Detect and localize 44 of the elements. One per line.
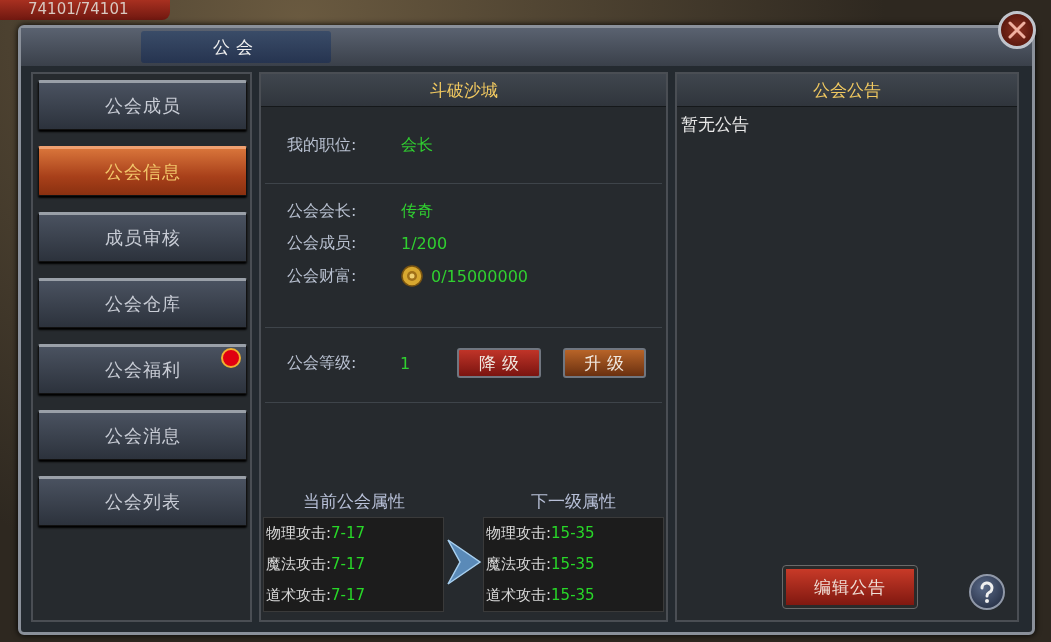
info-label: 公会财富:: [287, 265, 358, 287]
close-icon: [1007, 20, 1027, 40]
attribute-value: 7-17: [331, 524, 366, 542]
sidebar-tab[interactable]: 公会信息: [38, 146, 247, 196]
coin-icon: [401, 265, 423, 287]
downgrade-button[interactable]: 降级: [457, 348, 541, 378]
guild-name: 斗破沙城: [261, 74, 666, 107]
sidebar-tab[interactable]: 公会成员: [38, 80, 247, 130]
info-value: 会长: [401, 135, 433, 156]
attributes-title: 下一级属性: [531, 490, 616, 513]
attribute-label: 道术攻击:: [486, 586, 552, 604]
attribute-label: 魔法攻击:: [266, 555, 332, 573]
attribute-label: 魔法攻击:: [486, 555, 552, 573]
attributes-title: 当前公会属性: [302, 490, 405, 513]
sidebar-tab[interactable]: 公会福利: [38, 344, 247, 394]
info-value: 1/200: [401, 234, 448, 253]
attribute-label: 物理攻击:: [266, 524, 332, 542]
sidebar-tab[interactable]: 成员审核: [38, 212, 247, 262]
help-button[interactable]: [969, 574, 1005, 610]
info-label: 公会成员:: [287, 233, 358, 254]
attribute-value: 15-35: [551, 555, 595, 573]
attribute-value: 7-17: [331, 586, 366, 604]
info-label: 我的职位:: [287, 135, 358, 156]
attribute-label: 物理攻击:: [486, 524, 552, 542]
attribute-label: 道术攻击:: [266, 586, 332, 604]
info-value: 传奇: [401, 201, 433, 222]
info-label: 公会等级:: [287, 352, 358, 374]
sidebar-tab[interactable]: 公会仓库: [38, 278, 247, 328]
close-button[interactable]: [998, 11, 1036, 49]
notice-title: 公会公告: [677, 74, 1017, 107]
sidebar-tab[interactable]: 公会列表: [38, 476, 247, 526]
health-bar: 74101/74101: [0, 0, 170, 20]
window-title: 公会: [141, 31, 331, 63]
sidebar-tab[interactable]: 公会消息: [38, 410, 247, 460]
guild-level-value: 1: [399, 353, 412, 373]
attribute-value: 15-35: [551, 586, 595, 604]
edit-notice-button[interactable]: 编辑公告: [783, 566, 917, 608]
attribute-value: 15-35: [551, 524, 595, 542]
upgrade-button[interactable]: 升级: [562, 348, 646, 378]
attribute-value: 7-17: [331, 555, 366, 573]
info-label: 公会会长:: [287, 201, 358, 222]
chevron-right-icon: [445, 538, 482, 586]
notice-text: 暂无公告: [680, 113, 750, 136]
info-value: 0/15000000: [431, 266, 528, 286]
